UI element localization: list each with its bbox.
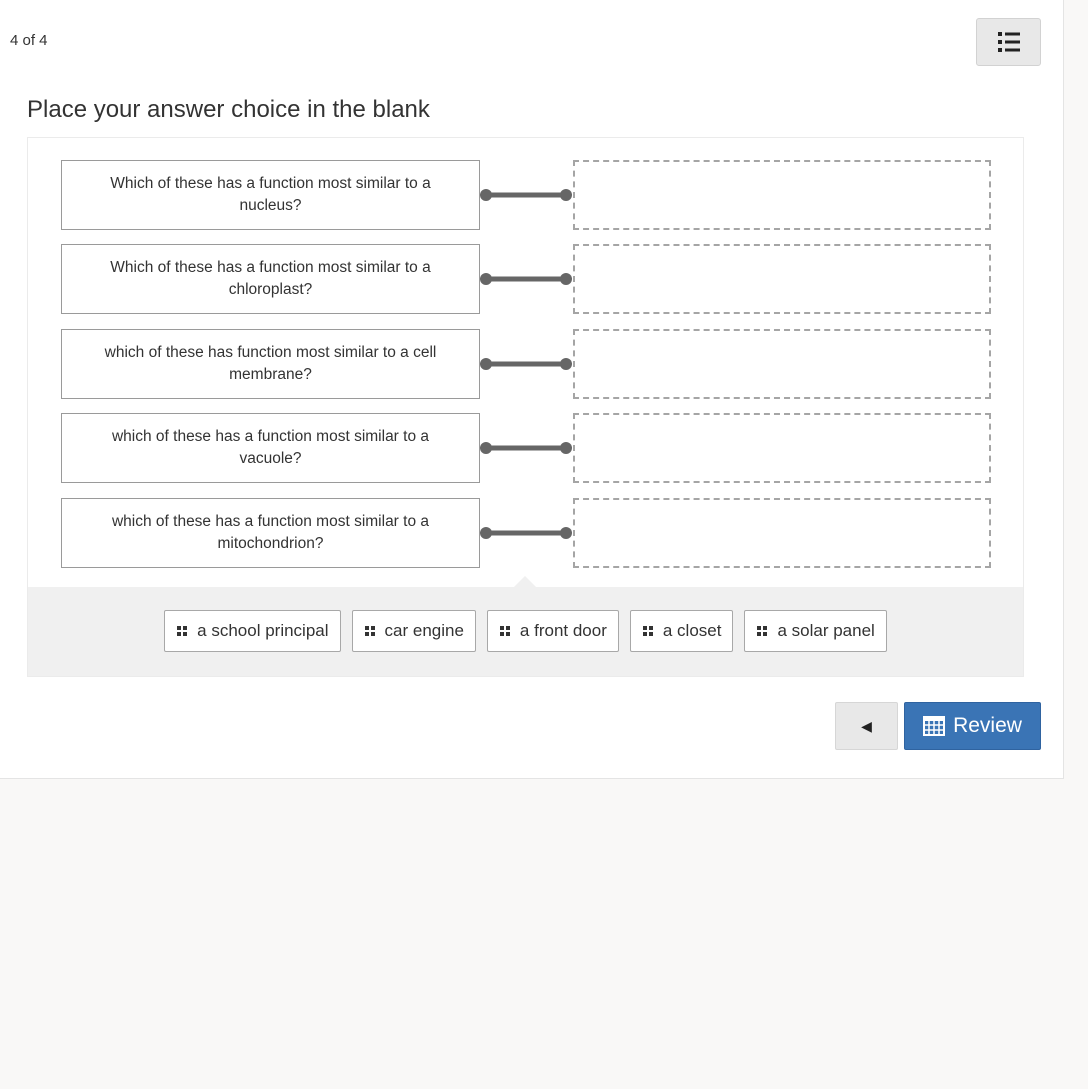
connector-icon — [480, 358, 572, 370]
choice-label: car engine — [384, 620, 464, 640]
review-button[interactable]: Review — [904, 702, 1041, 750]
drag-handle-icon — [499, 625, 510, 636]
match-row: which of these has a function most simil… — [61, 413, 991, 483]
drop-zone[interactable] — [573, 413, 991, 483]
match-stem: Which of these has a function most simil… — [61, 244, 480, 314]
matching-area: Which of these has a function most simil… — [27, 137, 1024, 677]
question-prompt: Place your answer choice in the blank — [27, 96, 430, 123]
drag-handle-icon — [364, 625, 375, 636]
match-stem: which of these has a function most simil… — [61, 498, 480, 568]
question-list-button[interactable] — [976, 18, 1041, 66]
match-row: which of these has function most similar… — [61, 329, 991, 399]
progress-counter: 4 of 4 — [10, 32, 48, 49]
drop-zone[interactable] — [573, 244, 991, 314]
choice-chip[interactable]: a closet — [629, 609, 734, 652]
choice-list: a school principal car engine a front do… — [164, 609, 887, 652]
choice-label: a school principal — [197, 620, 329, 640]
drag-handle-icon — [642, 625, 653, 636]
drop-zone[interactable] — [573, 498, 991, 568]
calendar-icon — [923, 716, 946, 736]
choice-label: a solar panel — [777, 620, 875, 640]
connector-icon — [480, 442, 572, 454]
connector-icon — [480, 273, 572, 285]
list-icon — [997, 32, 1020, 52]
match-row: Which of these has a function most simil… — [61, 160, 991, 230]
drag-handle-icon — [177, 625, 188, 636]
choice-chip[interactable]: a school principal — [164, 609, 341, 652]
drag-handle-icon — [757, 625, 768, 636]
connector-icon — [480, 189, 572, 201]
review-label: Review — [953, 714, 1022, 737]
match-row: which of these has a function most simil… — [61, 498, 991, 568]
match-stem: which of these has a function most simil… — [61, 413, 480, 483]
choice-chip[interactable]: a front door — [486, 609, 619, 652]
match-stem: which of these has function most similar… — [61, 329, 480, 399]
match-stem: Which of these has a function most simil… — [61, 160, 480, 230]
answer-bank: a school principal car engine a front do… — [28, 587, 1023, 676]
drop-zone[interactable] — [573, 329, 991, 399]
drop-zone[interactable] — [573, 160, 991, 230]
triangle-left-icon: ◀ — [861, 717, 872, 734]
choice-label: a front door — [519, 620, 607, 640]
back-button[interactable]: ◀ — [835, 702, 898, 750]
match-row: Which of these has a function most simil… — [61, 244, 991, 314]
choice-chip[interactable]: a solar panel — [744, 609, 887, 652]
connector-icon — [480, 527, 572, 539]
choice-chip[interactable]: car engine — [351, 609, 476, 652]
choice-label: a closet — [662, 620, 722, 640]
question-card: 4 of 4 Place your answer choice in the b… — [0, 0, 1064, 779]
